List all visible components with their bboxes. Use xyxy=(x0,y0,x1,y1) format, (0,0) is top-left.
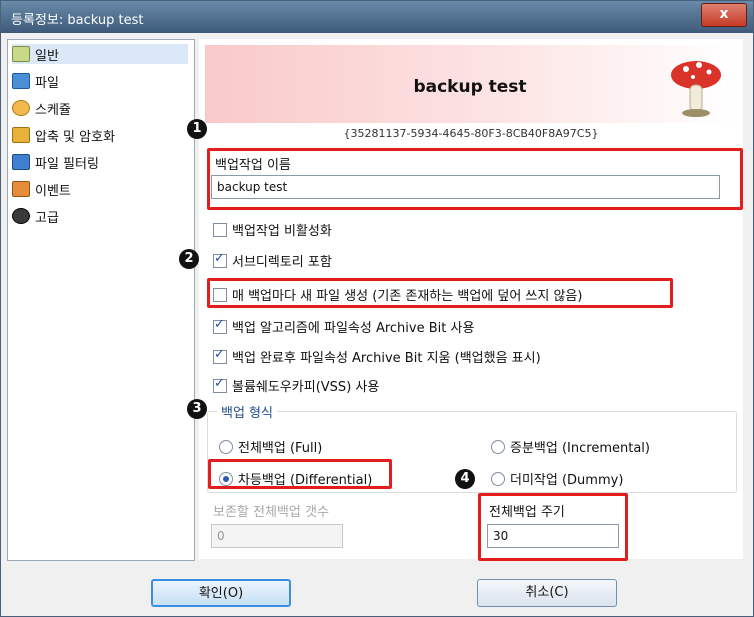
title-bar: 등록정보: backup test x xyxy=(1,1,753,33)
compression-icon xyxy=(12,127,30,143)
sidebar-item-advanced[interactable]: 고급 xyxy=(12,206,188,226)
window-title: 등록정보: backup test xyxy=(11,13,144,28)
keep-full-count-input[interactable] xyxy=(211,524,343,548)
checkbox-box xyxy=(213,376,227,393)
close-button[interactable]: x xyxy=(701,3,747,27)
radio-circle xyxy=(219,439,233,454)
category-sidebar: 일반 파일 스케쥴 압축 및 암호화 파일 필터링 이벤트 고급 xyxy=(7,39,195,561)
checkbox-label: 볼륨쉐도우카피(VSS) 사용 xyxy=(232,380,380,395)
cancel-button[interactable]: 취소(C) xyxy=(477,579,617,607)
checkbox-label: 백업작업 비활성화 xyxy=(232,224,332,239)
radio-circle xyxy=(491,471,505,486)
sidebar-item-label: 파일 필터링 xyxy=(35,156,99,172)
job-title: backup test xyxy=(413,77,527,97)
sidebar-item-label: 파일 xyxy=(35,75,59,91)
use-archive-bit-checkbox[interactable]: 백업 알고리즘에 파일속성 Archive Bit 사용 xyxy=(213,317,474,336)
disable-job-checkbox[interactable]: 백업작업 비활성화 xyxy=(213,220,332,239)
use-vss-checkbox[interactable]: 볼륨쉐도우카피(VSS) 사용 xyxy=(213,376,379,395)
sidebar-item-files[interactable]: 파일 xyxy=(12,71,188,91)
full-backup-radio[interactable]: 전체백업 (Full) xyxy=(219,437,322,456)
radio-label: 증분백업 (Incremental) xyxy=(510,441,650,456)
highlight-job-name xyxy=(207,148,743,210)
sidebar-item-label: 압축 및 암호화 xyxy=(35,129,116,145)
checkbox-label: 백업 알고리즘에 파일속성 Archive Bit 사용 xyxy=(232,321,475,336)
marker-1: 1 xyxy=(187,119,207,139)
keep-full-count-label: 보존할 전체백업 갯수 xyxy=(213,505,329,520)
radio-label: 전체백업 (Full) xyxy=(238,441,323,456)
marker-4: 4 xyxy=(455,469,475,489)
sidebar-item-event[interactable]: 이벤트 xyxy=(12,179,188,199)
sidebar-item-label: 일반 xyxy=(35,48,59,64)
marker-3: 3 xyxy=(187,399,207,419)
radio-circle xyxy=(491,439,505,454)
files-icon xyxy=(12,73,30,89)
filter-icon xyxy=(12,154,30,170)
checkbox-box xyxy=(213,317,227,334)
advanced-icon xyxy=(12,208,30,224)
properties-dialog: 등록정보: backup test x 일반 파일 스케쥴 압축 및 암호화 파… xyxy=(0,0,754,617)
sidebar-item-label: 고급 xyxy=(35,210,59,226)
sidebar-item-schedule[interactable]: 스케쥴 xyxy=(12,98,188,118)
radio-label: 더미작업 (Dummy) xyxy=(510,473,624,488)
sidebar-item-filter[interactable]: 파일 필터링 xyxy=(12,152,188,172)
dummy-job-radio[interactable]: 더미작업 (Dummy) xyxy=(491,469,623,488)
checkbox-box xyxy=(213,251,227,268)
include-subdirs-checkbox[interactable]: 서브디렉토리 포함 xyxy=(213,251,332,270)
ok-button[interactable]: 확인(O) xyxy=(151,579,291,607)
checkbox-label: 백업 완료후 파일속성 Archive Bit 지움 (백업했음 표시) xyxy=(232,351,541,366)
event-icon xyxy=(12,181,30,197)
sidebar-item-general[interactable]: 일반 xyxy=(12,44,188,64)
schedule-icon xyxy=(12,100,30,116)
sidebar-item-label: 이벤트 xyxy=(35,183,71,199)
mushroom-icon xyxy=(671,61,721,117)
marker-2: 2 xyxy=(179,249,199,269)
general-icon xyxy=(12,46,30,62)
checkbox-label: 서브디렉토리 포함 xyxy=(232,255,332,270)
sidebar-item-compression[interactable]: 압축 및 암호화 xyxy=(12,125,188,145)
backup-type-label: 백업 형식 xyxy=(217,402,277,421)
clear-archive-bit-checkbox[interactable]: 백업 완료후 파일속성 Archive Bit 지움 (백업했음 표시) xyxy=(213,347,541,366)
incremental-backup-radio[interactable]: 증분백업 (Incremental) xyxy=(491,437,650,456)
highlight-differential xyxy=(208,459,392,489)
checkbox-box xyxy=(213,347,227,364)
sidebar-item-label: 스케쥴 xyxy=(35,102,71,118)
highlight-full-cycle xyxy=(478,493,628,561)
job-guid: {35281137-5934-4645-80F3-8CB40F8A97C5} xyxy=(343,127,599,140)
job-header-banner: backup test xyxy=(205,45,735,123)
checkbox-box xyxy=(213,222,227,237)
highlight-new-file-option xyxy=(207,278,673,308)
